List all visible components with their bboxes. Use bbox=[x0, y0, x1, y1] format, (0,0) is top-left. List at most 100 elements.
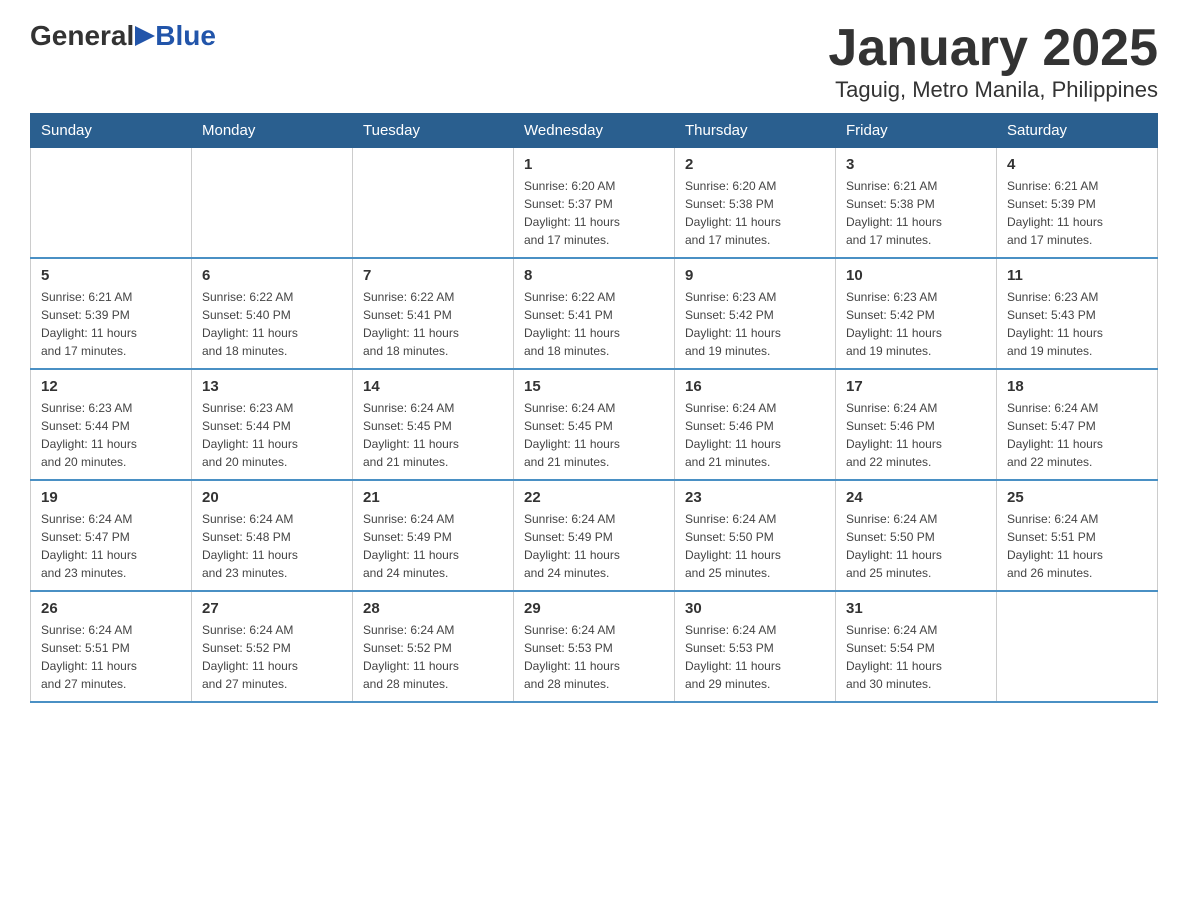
day-cell: 17 Sunrise: 6:24 AM Sunset: 5:46 PM Dayli… bbox=[836, 369, 997, 480]
day-info: Sunrise: 6:24 AM Sunset: 5:47 PM Dayligh… bbox=[41, 510, 181, 582]
logo: General Blue bbox=[30, 20, 216, 52]
day-cell: 9 Sunrise: 6:23 AM Sunset: 5:42 PM Daylig… bbox=[675, 258, 836, 369]
week-row-2: 5 Sunrise: 6:21 AM Sunset: 5:39 PM Daylig… bbox=[31, 258, 1158, 369]
day-info: Sunrise: 6:20 AM Sunset: 5:37 PM Dayligh… bbox=[524, 177, 664, 249]
day-cell: 20Sunrise: 6:24 AM Sunset: 5:48 PM Dayli… bbox=[192, 480, 353, 591]
day-number: 23 bbox=[685, 489, 825, 506]
day-number: 10 bbox=[846, 267, 986, 284]
title-block: January 2025 Taguig, Metro Manila, Phili… bbox=[828, 20, 1158, 103]
day-number: 22 bbox=[524, 489, 664, 506]
day-cell: 25 Sunrise: 6:24 AM Sunset: 5:51 PM Dayli… bbox=[997, 480, 1158, 591]
day-number: 9 bbox=[685, 267, 825, 284]
day-number: 25 bbox=[1007, 489, 1147, 506]
day-number: 27 bbox=[202, 600, 342, 617]
day-info: Sunrise: 6:24 AM Sunset: 5:50 PM Dayligh… bbox=[846, 510, 986, 582]
header-cell-wednesday: Wednesday bbox=[514, 114, 675, 148]
day-number: 20 bbox=[202, 489, 342, 506]
day-info: Sunrise: 6:23 AM Sunset: 5:44 PM Dayligh… bbox=[202, 399, 342, 471]
day-number: 26 bbox=[41, 600, 181, 617]
day-cell: 29Sunrise: 6:24 AM Sunset: 5:53 PM Dayli… bbox=[514, 591, 675, 702]
day-number: 17 bbox=[846, 378, 986, 395]
day-cell: 22 Sunrise: 6:24 AM Sunset: 5:49 PM Dayli… bbox=[514, 480, 675, 591]
day-cell: 5 Sunrise: 6:21 AM Sunset: 5:39 PM Daylig… bbox=[31, 258, 192, 369]
day-info: Sunrise: 6:22 AM Sunset: 5:40 PM Dayligh… bbox=[202, 288, 342, 360]
day-cell: 6Sunrise: 6:22 AM Sunset: 5:40 PM Daylig… bbox=[192, 258, 353, 369]
day-cell: 2 Sunrise: 6:20 AM Sunset: 5:38 PM Daylig… bbox=[675, 148, 836, 259]
day-info: Sunrise: 6:22 AM Sunset: 5:41 PM Dayligh… bbox=[524, 288, 664, 360]
day-info: Sunrise: 6:22 AM Sunset: 5:41 PM Dayligh… bbox=[363, 288, 503, 360]
header-cell-tuesday: Tuesday bbox=[353, 114, 514, 148]
day-info: Sunrise: 6:24 AM Sunset: 5:46 PM Dayligh… bbox=[685, 399, 825, 471]
calendar-table: SundayMondayTuesdayWednesdayThursdayFrid… bbox=[30, 113, 1158, 703]
day-number: 2 bbox=[685, 156, 825, 173]
day-number: 28 bbox=[363, 600, 503, 617]
day-cell: 18 Sunrise: 6:24 AM Sunset: 5:47 PM Dayli… bbox=[997, 369, 1158, 480]
day-number: 7 bbox=[363, 267, 503, 284]
week-row-5: 26 Sunrise: 6:24 AM Sunset: 5:51 PM Dayli… bbox=[31, 591, 1158, 702]
logo-arrow-icon bbox=[135, 26, 155, 46]
day-number: 19 bbox=[41, 489, 181, 506]
day-number: 16 bbox=[685, 378, 825, 395]
day-info: Sunrise: 6:24 AM Sunset: 5:49 PM Dayligh… bbox=[524, 510, 664, 582]
day-info: Sunrise: 6:24 AM Sunset: 5:45 PM Dayligh… bbox=[524, 399, 664, 471]
day-info: Sunrise: 6:24 AM Sunset: 5:53 PM Dayligh… bbox=[524, 621, 664, 693]
day-cell: 30Sunrise: 6:24 AM Sunset: 5:53 PM Dayli… bbox=[675, 591, 836, 702]
header-row: SundayMondayTuesdayWednesdayThursdayFrid… bbox=[31, 114, 1158, 148]
day-info: Sunrise: 6:24 AM Sunset: 5:52 PM Dayligh… bbox=[363, 621, 503, 693]
header-cell-saturday: Saturday bbox=[997, 114, 1158, 148]
day-number: 18 bbox=[1007, 378, 1147, 395]
day-info: Sunrise: 6:24 AM Sunset: 5:49 PM Dayligh… bbox=[363, 510, 503, 582]
day-cell: 24 Sunrise: 6:24 AM Sunset: 5:50 PM Dayli… bbox=[836, 480, 997, 591]
week-row-1: 1 Sunrise: 6:20 AM Sunset: 5:37 PM Daylig… bbox=[31, 148, 1158, 259]
day-number: 8 bbox=[524, 267, 664, 284]
day-info: Sunrise: 6:20 AM Sunset: 5:38 PM Dayligh… bbox=[685, 177, 825, 249]
day-cell: 3Sunrise: 6:21 AM Sunset: 5:38 PM Daylig… bbox=[836, 148, 997, 259]
logo-general-text: General bbox=[30, 20, 134, 52]
day-cell: 16 Sunrise: 6:24 AM Sunset: 5:46 PM Dayli… bbox=[675, 369, 836, 480]
day-cell: 31Sunrise: 6:24 AM Sunset: 5:54 PM Dayli… bbox=[836, 591, 997, 702]
day-number: 14 bbox=[363, 378, 503, 395]
week-row-3: 12 Sunrise: 6:23 AM Sunset: 5:44 PM Dayli… bbox=[31, 369, 1158, 480]
day-info: Sunrise: 6:21 AM Sunset: 5:39 PM Dayligh… bbox=[1007, 177, 1147, 249]
page-subtitle: Taguig, Metro Manila, Philippines bbox=[828, 77, 1158, 103]
day-number: 1 bbox=[524, 156, 664, 173]
day-cell: 10 Sunrise: 6:23 AM Sunset: 5:42 PM Dayli… bbox=[836, 258, 997, 369]
page-header: General Blue January 2025 Taguig, Metro … bbox=[30, 20, 1158, 103]
day-info: Sunrise: 6:24 AM Sunset: 5:47 PM Dayligh… bbox=[1007, 399, 1147, 471]
day-info: Sunrise: 6:21 AM Sunset: 5:39 PM Dayligh… bbox=[41, 288, 181, 360]
day-info: Sunrise: 6:23 AM Sunset: 5:42 PM Dayligh… bbox=[846, 288, 986, 360]
week-row-4: 19 Sunrise: 6:24 AM Sunset: 5:47 PM Dayli… bbox=[31, 480, 1158, 591]
day-cell: 1 Sunrise: 6:20 AM Sunset: 5:37 PM Daylig… bbox=[514, 148, 675, 259]
day-cell: 7 Sunrise: 6:22 AM Sunset: 5:41 PM Daylig… bbox=[353, 258, 514, 369]
day-info: Sunrise: 6:24 AM Sunset: 5:46 PM Dayligh… bbox=[846, 399, 986, 471]
header-cell-thursday: Thursday bbox=[675, 114, 836, 148]
day-number: 31 bbox=[846, 600, 986, 617]
day-cell: 4 Sunrise: 6:21 AM Sunset: 5:39 PM Daylig… bbox=[997, 148, 1158, 259]
day-cell bbox=[997, 591, 1158, 702]
day-info: Sunrise: 6:23 AM Sunset: 5:42 PM Dayligh… bbox=[685, 288, 825, 360]
day-info: Sunrise: 6:24 AM Sunset: 5:51 PM Dayligh… bbox=[1007, 510, 1147, 582]
day-cell: 8 Sunrise: 6:22 AM Sunset: 5:41 PM Daylig… bbox=[514, 258, 675, 369]
day-info: Sunrise: 6:23 AM Sunset: 5:43 PM Dayligh… bbox=[1007, 288, 1147, 360]
day-cell: 11 Sunrise: 6:23 AM Sunset: 5:43 PM Dayli… bbox=[997, 258, 1158, 369]
day-cell: 12Sunrise: 6:23 AM Sunset: 5:44 PM Dayli… bbox=[31, 369, 192, 480]
header-cell-monday: Monday bbox=[192, 114, 353, 148]
day-cell: 23Sunrise: 6:24 AM Sunset: 5:50 PM Dayli… bbox=[675, 480, 836, 591]
day-info: Sunrise: 6:24 AM Sunset: 5:51 PM Dayligh… bbox=[41, 621, 181, 693]
day-info: Sunrise: 6:21 AM Sunset: 5:38 PM Dayligh… bbox=[846, 177, 986, 249]
day-info: Sunrise: 6:24 AM Sunset: 5:45 PM Dayligh… bbox=[363, 399, 503, 471]
day-number: 12 bbox=[41, 378, 181, 395]
day-cell: 21Sunrise: 6:24 AM Sunset: 5:49 PM Dayli… bbox=[353, 480, 514, 591]
header-cell-sunday: Sunday bbox=[31, 114, 192, 148]
day-cell: 15Sunrise: 6:24 AM Sunset: 5:45 PM Dayli… bbox=[514, 369, 675, 480]
day-info: Sunrise: 6:24 AM Sunset: 5:53 PM Dayligh… bbox=[685, 621, 825, 693]
day-number: 5 bbox=[41, 267, 181, 284]
day-number: 11 bbox=[1007, 267, 1147, 284]
day-cell: 28 Sunrise: 6:24 AM Sunset: 5:52 PM Dayli… bbox=[353, 591, 514, 702]
day-number: 4 bbox=[1007, 156, 1147, 173]
day-number: 24 bbox=[846, 489, 986, 506]
day-number: 13 bbox=[202, 378, 342, 395]
day-cell: 14 Sunrise: 6:24 AM Sunset: 5:45 PM Dayli… bbox=[353, 369, 514, 480]
day-cell: 13 Sunrise: 6:23 AM Sunset: 5:44 PM Dayli… bbox=[192, 369, 353, 480]
header-cell-friday: Friday bbox=[836, 114, 997, 148]
